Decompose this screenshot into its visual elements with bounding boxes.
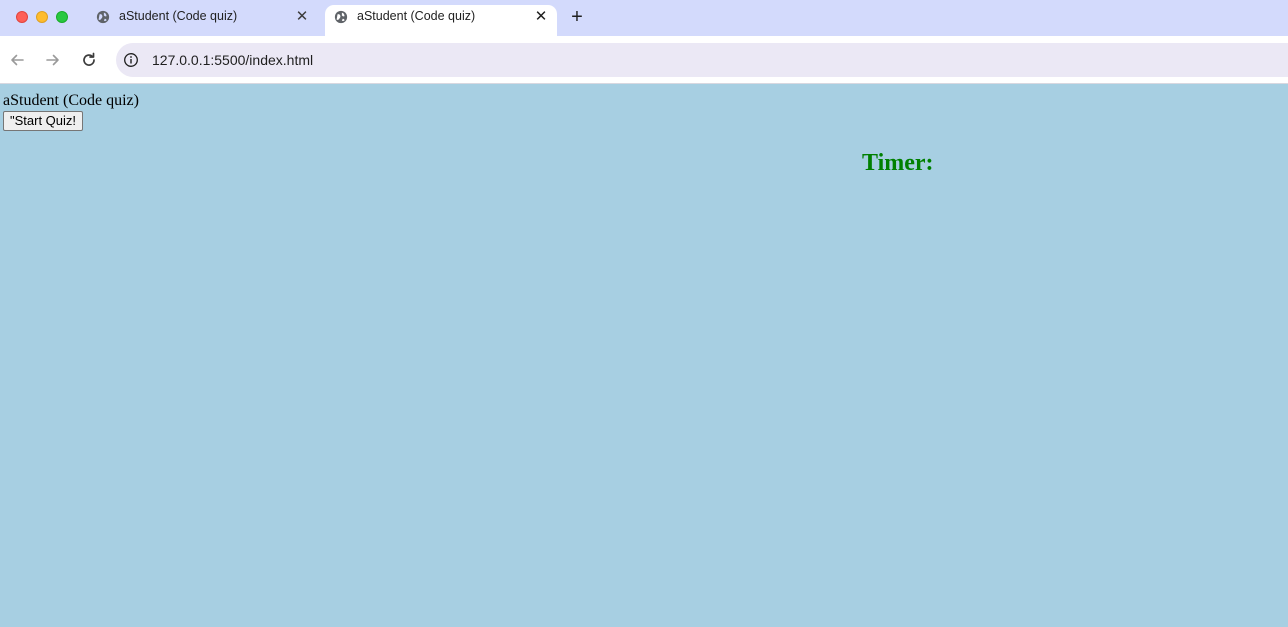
timer-label: Timer:	[862, 150, 934, 176]
tab-title: aStudent (Code quiz)	[119, 9, 238, 23]
url-text[interactable]: 127.0.0.1:5500/index.html	[152, 52, 313, 68]
tab-inactive[interactable]: aStudent (Code quiz) ✕	[84, 0, 320, 36]
start-quiz-button[interactable]: "Start Quiz!	[3, 111, 84, 131]
address-bar[interactable]: 127.0.0.1:5500/index.html	[116, 43, 1288, 77]
tab-active[interactable]: aStudent (Code quiz) ✕	[325, 5, 557, 36]
close-tab-icon[interactable]: ✕	[533, 9, 549, 25]
tab-strip: aStudent (Code quiz) ✕ aStudent (Code qu…	[0, 0, 1288, 36]
page-content: aStudent (Code quiz) "Start Quiz! Timer:	[0, 84, 1288, 627]
browser-window: aStudent (Code quiz) ✕ aStudent (Code qu…	[0, 0, 1288, 627]
minimize-window-button[interactable]	[36, 11, 48, 23]
close-window-button[interactable]	[16, 11, 28, 23]
globe-icon	[96, 10, 110, 24]
maximize-window-button[interactable]	[56, 11, 68, 23]
globe-icon	[334, 10, 348, 24]
close-tab-icon[interactable]: ✕	[294, 9, 310, 25]
arrow-right-icon[interactable]	[44, 51, 62, 69]
reload-icon[interactable]	[80, 51, 98, 69]
tab-title: aStudent (Code quiz)	[357, 9, 476, 23]
arrow-left-icon[interactable]	[8, 51, 26, 69]
info-icon[interactable]	[123, 52, 139, 68]
page-title: aStudent (Code quiz)	[3, 92, 139, 109]
browser-toolbar: 127.0.0.1:5500/index.html	[0, 36, 1288, 84]
new-tab-button[interactable]: +	[567, 7, 587, 28]
